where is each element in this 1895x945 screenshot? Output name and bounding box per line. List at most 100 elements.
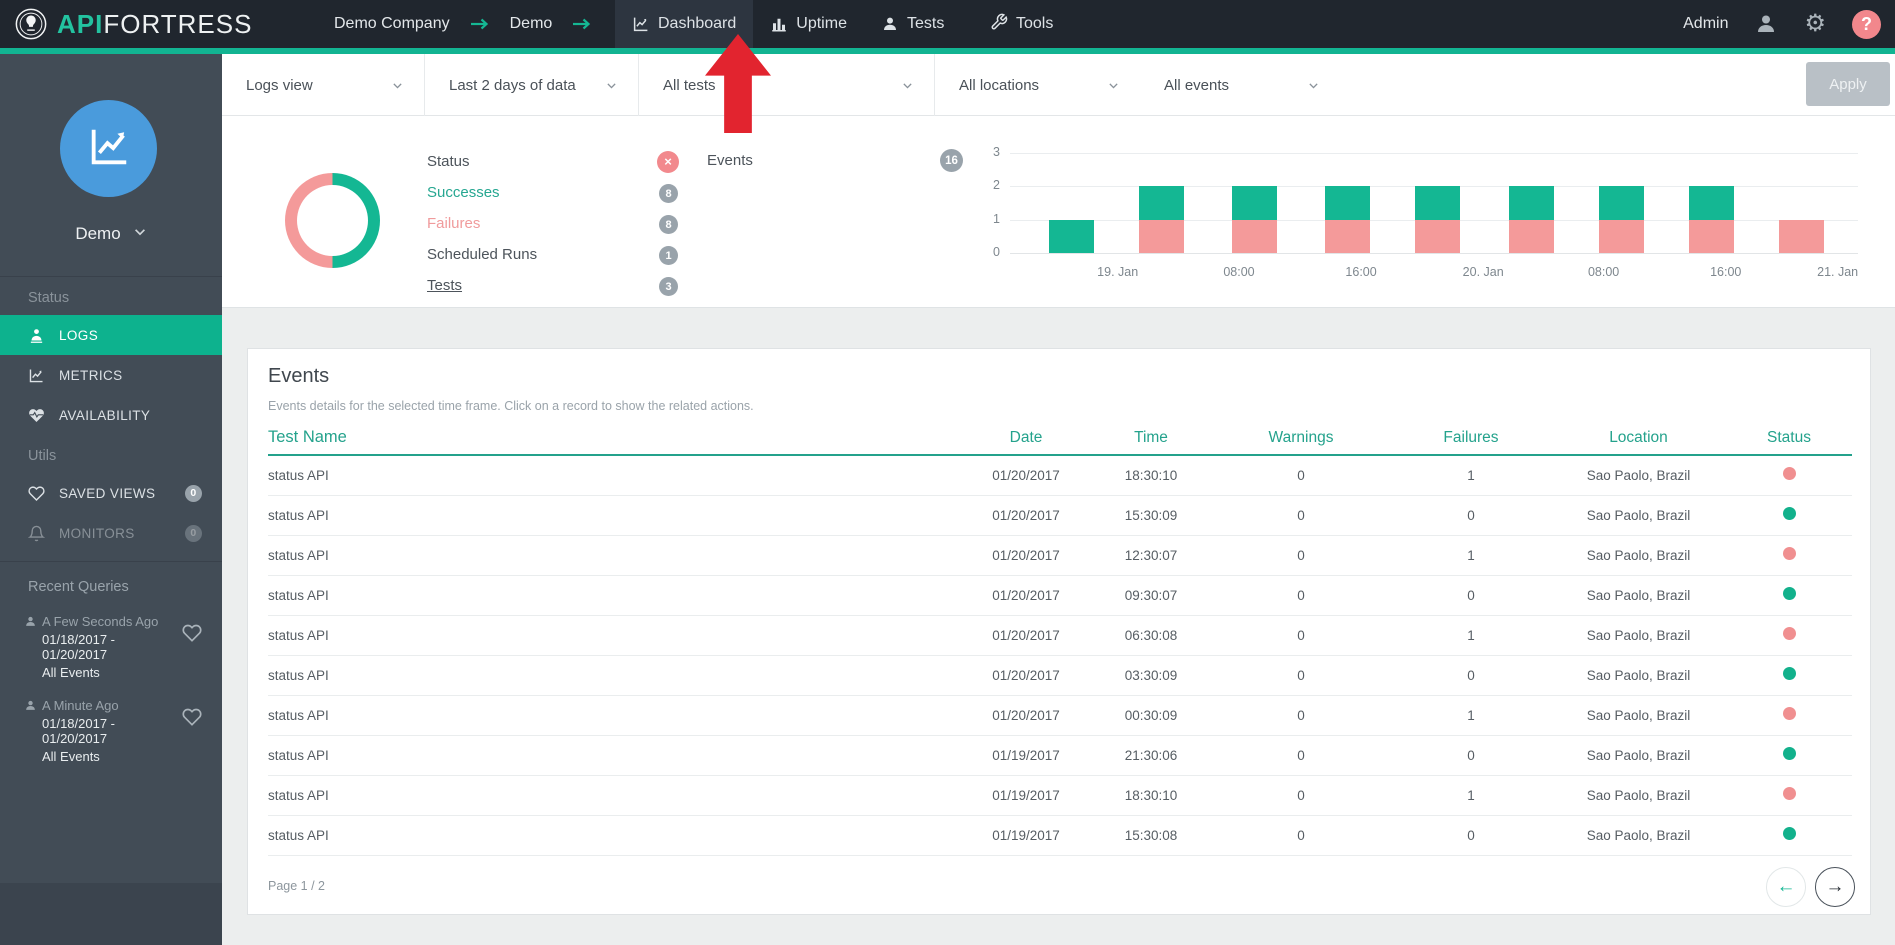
table-cell: 0 <box>1211 535 1391 575</box>
filter-dropdown-logs-view[interactable]: Logs view <box>222 54 425 116</box>
sidebar-item-badge: 0 <box>185 485 202 502</box>
project-selector[interactable]: Demo <box>0 224 222 244</box>
chevron-down-icon <box>391 79 404 92</box>
chart-bar <box>1779 220 1824 253</box>
apifortress-logo[interactable]: APIFORTRESS <box>14 0 252 48</box>
sidebar-item-label: AVAILABILITY <box>59 408 150 423</box>
table-row[interactable]: status API01/19/201721:30:0600Sao Paolo,… <box>268 735 1852 775</box>
navbar-tab-tests[interactable]: Tests <box>864 0 961 48</box>
query-user-icon <box>24 699 37 712</box>
table-cell: 01/20/2017 <box>961 575 1091 615</box>
table-row[interactable]: status API01/20/201706:30:0801Sao Paolo,… <box>268 615 1852 655</box>
table-cell: 1 <box>1391 615 1551 655</box>
pagination-prev-button[interactable]: ← <box>1766 867 1806 907</box>
sidebar-item-saved-views[interactable]: SAVED VIEWS0 <box>0 473 222 513</box>
table-cell: Sao Paolo, Brazil <box>1551 735 1726 775</box>
column-header-date[interactable]: Date <box>961 421 1091 455</box>
table-cell-status <box>1726 815 1852 855</box>
events-table-header: Test NameDateTimeWarningsFailuresLocatio… <box>268 421 1852 455</box>
filter-dropdown-last-2-days-of-data[interactable]: Last 2 days of data <box>425 54 639 116</box>
events-count-label: Events <box>707 152 753 169</box>
table-cell-status <box>1726 455 1852 495</box>
filter-dropdown-all-tests[interactable]: All tests <box>639 54 935 116</box>
favorite-heart-icon[interactable] <box>182 623 202 643</box>
filter-dropdown-value: Last 2 days of data <box>449 77 576 94</box>
apply-button[interactable]: Apply <box>1806 62 1890 106</box>
table-cell: 03:30:09 <box>1091 655 1211 695</box>
table-cell: 0 <box>1211 575 1391 615</box>
table-row[interactable]: status API01/20/201703:30:0900Sao Paolo,… <box>268 655 1852 695</box>
recent-query-range: 01/18/2017 - 01/20/2017 <box>24 632 178 662</box>
table-cell: status API <box>268 775 961 815</box>
column-header-time[interactable]: Time <box>1091 421 1211 455</box>
navbar-tabs: DashboardUptimeTests <box>615 0 961 48</box>
navbar-tools[interactable]: Tools <box>990 0 1053 48</box>
sidebar-item-availability[interactable]: AVAILABILITY <box>0 395 222 435</box>
pagination-label: Page 1 / 2 <box>268 879 325 893</box>
legend-label[interactable]: Tests <box>427 277 462 294</box>
recent-query-head: A Few Seconds Ago <box>24 614 178 629</box>
legend-badge: 3 <box>659 277 678 296</box>
column-header-test-name[interactable]: Test Name <box>268 421 961 455</box>
chevron-down-icon <box>605 79 618 92</box>
table-row[interactable]: status API01/20/201715:30:0900Sao Paolo,… <box>268 495 1852 535</box>
table-cell: status API <box>268 815 961 855</box>
filter-dropdown-all-events[interactable]: All events <box>1140 54 1340 116</box>
help-icon[interactable]: ? <box>1852 10 1881 39</box>
legend-row-failures: Failures8 <box>427 212 717 238</box>
breadcrumb-item[interactable]: Demo Company <box>334 15 450 33</box>
column-header-status[interactable]: Status <box>1726 421 1852 455</box>
chart-bar-successes-segment <box>1139 186 1184 219</box>
column-header-location[interactable]: Location <box>1551 421 1726 455</box>
filter-dropdown-all-locations[interactable]: All locations <box>935 54 1140 116</box>
table-row[interactable]: status API01/19/201715:30:0800Sao Paolo,… <box>268 815 1852 855</box>
favorite-heart-icon[interactable] <box>182 707 202 727</box>
filter-dropdown-value: All tests <box>663 77 716 94</box>
column-header-warnings[interactable]: Warnings <box>1211 421 1391 455</box>
table-cell: 15:30:09 <box>1091 495 1211 535</box>
arrow-right-icon: → <box>1826 876 1845 898</box>
legend-badge: × <box>657 151 679 173</box>
navbar-tab-dashboard[interactable]: Dashboard <box>615 0 753 48</box>
recent-query-item[interactable]: A Minute Ago01/18/2017 - 01/20/2017All E… <box>0 691 222 775</box>
heartbeat-icon <box>28 407 59 424</box>
recent-query-item[interactable]: A Few Seconds Ago 01/18/2017 - 01/20/2017… <box>0 607 222 691</box>
table-cell: status API <box>268 695 961 735</box>
legend-row-tests: Tests 3 <box>427 274 717 300</box>
gear-icon[interactable]: ⚙ <box>1804 12 1826 36</box>
chart-bar <box>1049 220 1094 253</box>
table-cell: 01/20/2017 <box>961 535 1091 575</box>
chart-bar-successes-segment <box>1509 186 1554 219</box>
sidebar-item-metrics[interactable]: METRICS <box>0 355 222 395</box>
table-row[interactable]: status API01/19/201718:30:1001Sao Paolo,… <box>268 775 1852 815</box>
events-card-title: Events <box>268 365 329 388</box>
table-cell: 0 <box>1211 695 1391 735</box>
legend-label[interactable]: Failures <box>427 215 480 232</box>
table-cell: 18:30:10 <box>1091 775 1211 815</box>
table-cell: Sao Paolo, Brazil <box>1551 575 1726 615</box>
sidebar-item-monitors[interactable]: MONITORS0 <box>0 513 222 553</box>
events-card: Events Events details for the selected t… <box>247 348 1871 915</box>
legend-badge: 1 <box>659 246 678 265</box>
sidebar-item-logs[interactable]: LOGS <box>0 315 222 355</box>
table-row[interactable]: status API01/20/201718:30:1001Sao Paolo,… <box>268 455 1852 495</box>
apifortress-dashboard: APIFORTRESS Demo Company Demo DashboardUp… <box>0 0 1895 945</box>
chart-x-tick-label: 21. Jan <box>1817 265 1858 279</box>
pagination-next-button[interactable]: → <box>1815 867 1855 907</box>
admin-label[interactable]: Admin <box>1683 15 1728 33</box>
table-cell: 0 <box>1391 655 1551 695</box>
column-header-failures[interactable]: Failures <box>1391 421 1551 455</box>
user-icon[interactable] <box>1754 12 1778 36</box>
table-row[interactable]: status API01/20/201700:30:0901Sao Paolo,… <box>268 695 1852 735</box>
project-avatar[interactable] <box>60 100 157 197</box>
status-dot-failure <box>1783 707 1796 720</box>
breadcrumb-item[interactable]: Demo <box>510 15 553 33</box>
table-cell: 0 <box>1211 775 1391 815</box>
table-row[interactable]: status API01/20/201709:30:0700Sao Paolo,… <box>268 575 1852 615</box>
navbar-tab-uptime[interactable]: Uptime <box>753 0 864 48</box>
chart-x-tick-label: 19. Jan <box>1097 265 1138 279</box>
table-cell: 01/20/2017 <box>961 655 1091 695</box>
chart-bar <box>1509 186 1554 253</box>
table-row[interactable]: status API01/20/201712:30:0701Sao Paolo,… <box>268 535 1852 575</box>
legend-label[interactable]: Successes <box>427 184 500 201</box>
